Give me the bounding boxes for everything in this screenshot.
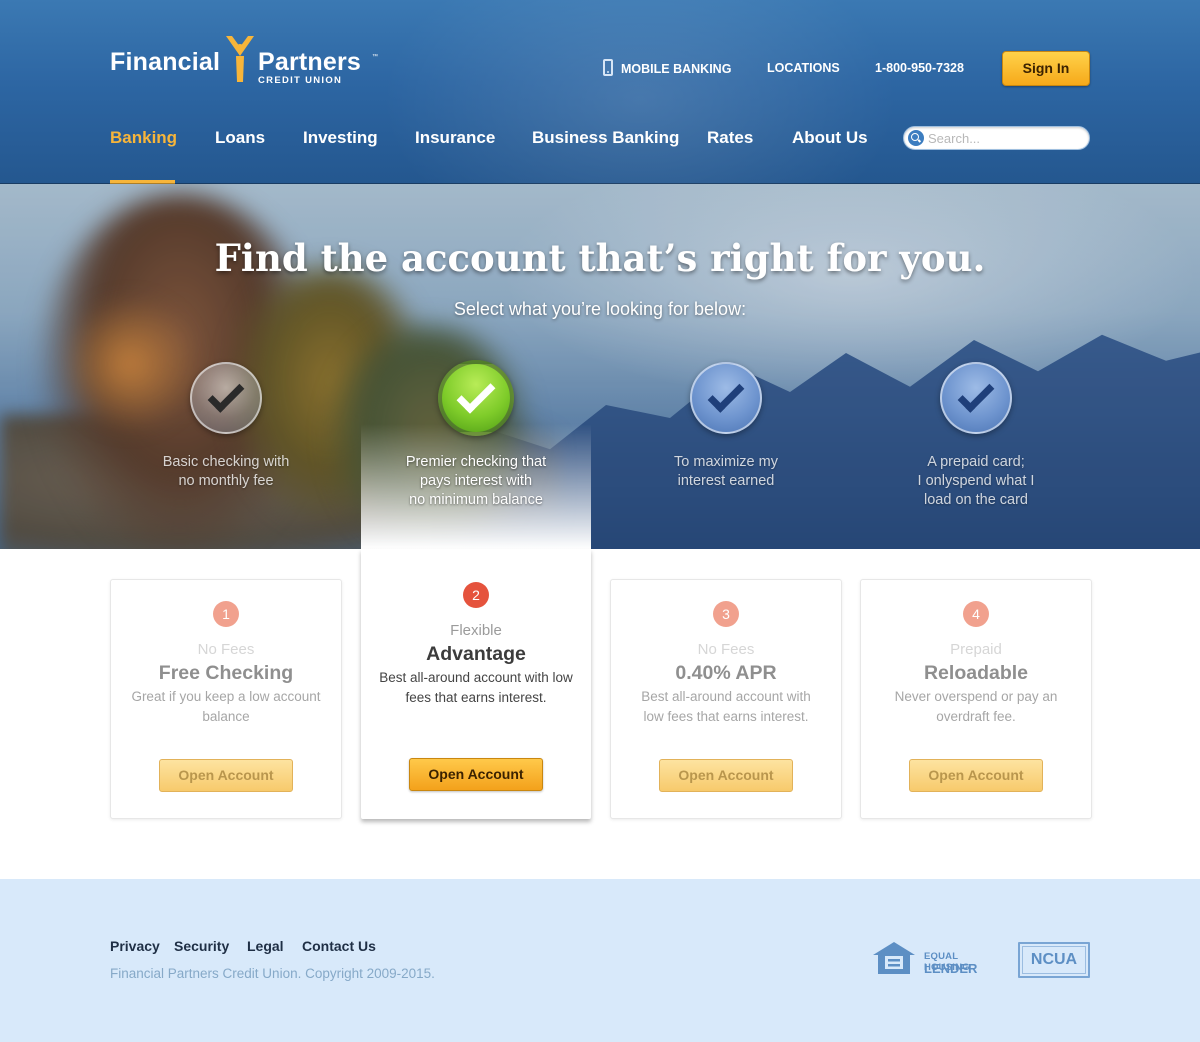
open-account-button[interactable]: Open Account — [409, 758, 543, 791]
nav-item-loans[interactable]: Loans — [215, 128, 265, 148]
card-kicker: No Fees — [697, 641, 755, 658]
card-number-badge: 2 — [463, 582, 489, 608]
option-label: Basic checking with no monthly fee — [162, 454, 290, 489]
mobile-banking-label: MOBILE BANKING — [621, 61, 732, 76]
card-kicker: Flexible — [450, 622, 502, 639]
card-description: Best all-around account with low fees th… — [641, 689, 811, 724]
option-label: Premier checking that pays interest with… — [405, 454, 547, 508]
brand-name-part1: Financial — [110, 48, 221, 76]
card-title: Advantage — [426, 643, 526, 665]
ncua-logo: NCUA — [1030, 951, 1078, 968]
account-card-reloadable: 4 Prepaid Reloadable Never overspend or … — [860, 579, 1092, 819]
card-description: Great if you keep a low account balance — [131, 689, 321, 724]
checkmark-icon — [456, 374, 496, 414]
card-title: Reloadable — [923, 662, 1029, 684]
option-label: To maximize my interest earned — [674, 454, 778, 489]
account-option-basic[interactable]: Basic checking with no monthly fee — [111, 184, 341, 549]
account-card-advantage: 2 Flexible Advantage Best all-around acc… — [361, 549, 591, 819]
card-title: 0.40% APR — [675, 662, 777, 684]
option-check-button[interactable] — [940, 362, 1012, 434]
checkmark-icon — [707, 376, 745, 413]
footer-link-privacy[interactable]: Privacy — [110, 938, 160, 954]
account-card-free-checking: 1 No Fees Free Checking Great if you kee… — [110, 579, 342, 819]
footer-link-legal[interactable]: Legal — [247, 938, 284, 954]
brand-name-part2: Partners — [258, 48, 362, 76]
option-label: A prepaid card; I onlyspend what I load … — [917, 454, 1035, 508]
nav-item-business-banking[interactable]: Business Banking — [532, 128, 679, 148]
nav-item-insurance[interactable]: Insurance — [415, 128, 495, 148]
equal-housing-lender-badge: EQUAL HOUSING LENDER — [872, 939, 992, 976]
card-number-badge: 1 — [213, 601, 239, 627]
account-option-max-interest[interactable]: To maximize my interest earned — [611, 184, 841, 549]
nav-item-rates[interactable]: Rates — [707, 128, 753, 148]
card-description: Never overspend or pay an overdraft fee. — [894, 689, 1058, 724]
open-account-button[interactable]: Open Account — [909, 759, 1043, 792]
sign-in-button[interactable]: Sign In — [1002, 51, 1090, 86]
phone-icon — [603, 59, 613, 76]
ncua-badge: NCUA — [1018, 942, 1090, 978]
search-icon[interactable] — [908, 130, 924, 146]
phone-number-link[interactable]: 1-800-950-7328 — [875, 61, 964, 75]
brand-logo-mark-icon — [226, 36, 254, 82]
hero-banner: Find the account that’s right for you. S… — [0, 184, 1200, 549]
footer-link-security[interactable]: Security — [174, 938, 229, 954]
open-account-button[interactable]: Open Account — [659, 759, 793, 792]
brand-logo[interactable]: Financial Partners ™ CREDIT UNION — [110, 34, 380, 88]
footer-link-contact-us[interactable]: Contact Us — [302, 938, 376, 954]
option-check-button[interactable] — [190, 362, 262, 434]
account-option-premier[interactable]: Premier checking that pays interest with… — [361, 184, 591, 549]
card-kicker: Prepaid — [950, 641, 1002, 658]
site-header: Financial Partners ™ CREDIT UNION MOBILE… — [0, 0, 1200, 184]
locations-link[interactable]: LOCATIONS — [767, 61, 840, 75]
nav-item-banking[interactable]: Banking — [110, 128, 177, 148]
equal-housing-icon — [873, 942, 915, 974]
card-number-badge: 3 — [713, 601, 739, 627]
checkmark-icon — [957, 376, 995, 413]
brand-subtitle: CREDIT UNION — [258, 75, 343, 86]
card-number-badge: 4 — [963, 601, 989, 627]
search-input[interactable] — [928, 129, 1084, 147]
account-option-prepaid[interactable]: A prepaid card; I onlyspend what I load … — [861, 184, 1091, 549]
brand-trademark: ™ — [372, 54, 378, 60]
card-kicker: No Fees — [197, 641, 255, 658]
account-card-apr: 3 No Fees 0.40% APR Best all-around acco… — [610, 579, 842, 819]
card-title: Free Checking — [158, 662, 294, 684]
option-check-button-selected[interactable] — [438, 360, 514, 436]
open-account-button[interactable]: Open Account — [159, 759, 293, 792]
site-footer: Privacy Security Legal Contact Us Financ… — [0, 879, 1200, 1042]
option-check-button[interactable] — [690, 362, 762, 434]
card-description: Best all-around account with low fees th… — [379, 670, 573, 705]
copyright-text: Financial Partners Credit Union. Copyrig… — [110, 966, 435, 981]
mobile-banking-link[interactable]: MOBILE BANKING — [603, 59, 732, 76]
checkmark-icon — [207, 376, 245, 413]
nav-item-about-us[interactable]: About Us — [792, 128, 868, 148]
equal-housing-text-line2: LENDER — [924, 961, 978, 976]
search-box[interactable] — [903, 126, 1090, 150]
nav-item-investing[interactable]: Investing — [303, 128, 378, 148]
